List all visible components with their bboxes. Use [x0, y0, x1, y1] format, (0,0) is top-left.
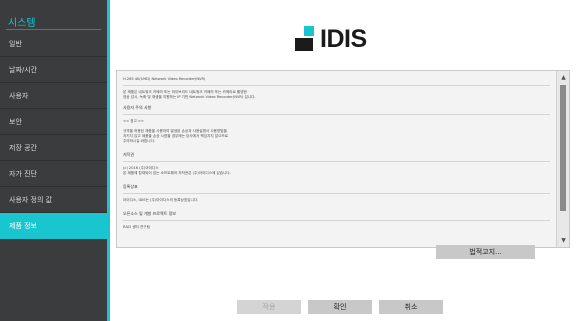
sidebar-item-self-diagnosis[interactable]: 자가 진단 [0, 161, 107, 187]
divider [123, 85, 550, 86]
sidebar-item-security[interactable]: 보안 [0, 109, 107, 135]
sidebar-item-user-defined[interactable]: 사용자 정의 값 [0, 187, 107, 213]
divider [123, 220, 550, 221]
license-text-box[interactable]: H.265 4K(UHD) Network Video Recorder(NVR… [116, 70, 570, 248]
scroll-thumb[interactable] [560, 85, 566, 211]
sidebar: 시스템 일반 날짜/시간 사용자 보안 저장 공간 자가 진단 사용자 정의 값… [0, 0, 109, 321]
legal-notice-button[interactable]: 법적고지... [436, 245, 535, 259]
divider [123, 193, 550, 194]
license-content: H.265 4K(UHD) Network Video Recorder(NVR… [117, 71, 556, 247]
sidebar-menu: 일반 날짜/시간 사용자 보안 저장 공간 자가 진단 사용자 정의 값 제품 … [0, 31, 107, 239]
sidebar-accent-bar [107, 0, 110, 321]
scroll-down-arrow-icon[interactable]: ▼ [559, 236, 568, 245]
license-opensource-line: R&D 센터 연구팀 [123, 225, 150, 229]
license-section-title: 오픈소스 및 개발 프로젝트 정보 [123, 211, 176, 216]
idis-logo-text: IDIS [320, 25, 367, 53]
apply-button[interactable]: 적용 [237, 300, 301, 314]
divider [123, 161, 550, 162]
idis-logo: IDIS [295, 24, 367, 52]
scroll-up-arrow-icon[interactable]: ▲ [559, 73, 568, 82]
license-section-title: 저작권 [123, 152, 135, 157]
cancel-button[interactable]: 취소 [379, 300, 443, 314]
sidebar-title-divider [6, 29, 101, 30]
sidebar-item-product-info[interactable]: 제품 정보 [0, 213, 107, 239]
sidebar-item-users[interactable]: 사용자 [0, 83, 107, 109]
sidebar-item-general[interactable]: 일반 [0, 31, 107, 57]
sidebar-title: 시스템 [8, 18, 36, 29]
idis-logo-mark-icon [295, 26, 317, 52]
license-section-title: 등록상표 [123, 184, 138, 189]
ok-button[interactable]: 확인 [308, 300, 372, 314]
license-scrollbar[interactable]: ▲ ▼ [556, 71, 569, 247]
license-section-title: 사용자 주의 사항 [123, 105, 152, 110]
sidebar-item-storage[interactable]: 저장 공간 [0, 135, 107, 161]
sidebar-item-date-time[interactable]: 날짜/시간 [0, 57, 107, 83]
license-product-title: H.265 4K(UHD) Network Video Recorder(NVR… [123, 77, 206, 81]
divider [123, 114, 550, 115]
